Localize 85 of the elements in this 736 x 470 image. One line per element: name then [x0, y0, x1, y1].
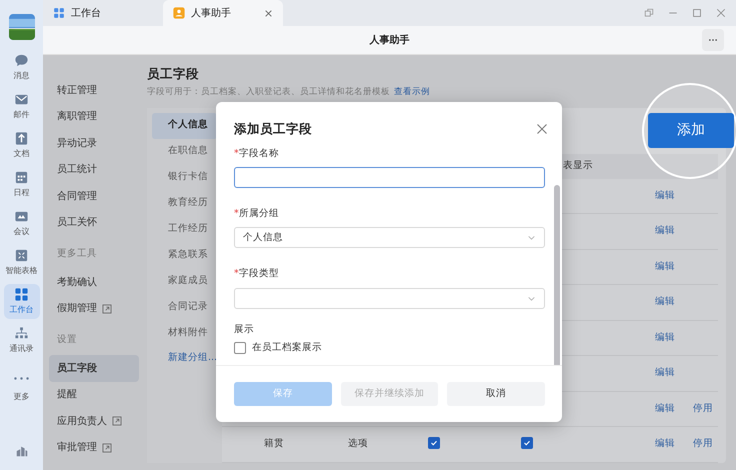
- table-cell: 选项: [348, 438, 368, 450]
- dialog-button[interactable]: 取消: [447, 382, 546, 406]
- field-label: *字段名称: [234, 146, 280, 161]
- nav-section-label: 更多工具: [56, 246, 98, 261]
- grid-icon: [53, 7, 65, 19]
- field-label: *字段类型: [234, 267, 280, 282]
- rail-item[interactable]: 工作台: [4, 284, 40, 319]
- org-chart-icon: [14, 326, 29, 341]
- input-field[interactable]: [234, 167, 545, 188]
- nav-item[interactable]: 员工字段: [49, 355, 139, 382]
- nav-item[interactable]: 员工统计: [49, 156, 139, 183]
- tab[interactable]: 工作台: [43, 0, 163, 26]
- rail-item[interactable]: 消息: [4, 50, 40, 85]
- nav-item[interactable]: 假期管理: [49, 296, 139, 322]
- page-title: 员工字段: [147, 65, 200, 83]
- table-icon: [14, 248, 29, 263]
- scrollbar[interactable]: [554, 184, 560, 365]
- add-button[interactable]: 添加: [648, 113, 734, 148]
- group-item[interactable]: 工作经历: [152, 216, 217, 242]
- rail-item[interactable]: 文档: [4, 128, 40, 163]
- nav-item[interactable]: 考勤确认: [49, 269, 139, 296]
- group-item[interactable]: 在职信息: [152, 138, 217, 164]
- person-icon: [173, 7, 185, 19]
- action-link[interactable]: 编辑: [655, 402, 675, 416]
- nav-item[interactable]: 提醒: [49, 382, 139, 408]
- select-field[interactable]: 个人信息: [234, 227, 545, 248]
- page-description: 字段可用于：员工档案、入职登记表、员工详情和花名册模板 查看示例: [147, 86, 431, 98]
- action-link[interactable]: 编辑: [655, 437, 675, 452]
- action-link[interactable]: 编辑: [655, 295, 675, 310]
- rail-item[interactable]: 邮件: [4, 89, 40, 124]
- app-title: 人事助手: [370, 34, 410, 48]
- tab[interactable]: 人事助手: [163, 0, 283, 26]
- checkbox[interactable]: [521, 436, 533, 449]
- pop-out-icon[interactable]: [644, 8, 654, 18]
- app-logo-icon: [14, 444, 28, 458]
- rail-item[interactable]: 通讯录: [4, 323, 40, 358]
- group-item[interactable]: 银行卡信: [152, 164, 217, 190]
- rail-item[interactable]: 会议: [4, 206, 40, 241]
- group-item[interactable]: 紧急联系: [152, 242, 217, 268]
- nav-item[interactable]: 转正管理: [49, 77, 139, 104]
- nav-item[interactable]: 异动记录: [49, 130, 139, 156]
- group-item[interactable]: 教育经历: [152, 190, 217, 216]
- action-link[interactable]: 停用: [693, 402, 713, 416]
- select-field[interactable]: [234, 288, 545, 308]
- action-link[interactable]: 编辑: [655, 330, 675, 345]
- nav-item[interactable]: 员工关怀: [49, 210, 139, 236]
- checkbox[interactable]: [234, 342, 246, 354]
- nav-item[interactable]: 离职管理: [49, 104, 139, 130]
- table-cell: 籍贯: [264, 438, 284, 450]
- check-icon: [430, 438, 438, 447]
- nav-item[interactable]: 审批管理: [49, 434, 139, 461]
- meeting-icon: [14, 209, 29, 224]
- group-item[interactable]: 家庭成员: [152, 268, 217, 294]
- rail-item[interactable]: 更多: [4, 362, 40, 406]
- action-link[interactable]: 编辑: [655, 260, 675, 274]
- checkbox[interactable]: [428, 436, 440, 449]
- group-item[interactable]: 个人信息: [152, 112, 217, 138]
- rail-item[interactable]: 智能表格: [4, 245, 40, 280]
- check-icon: [523, 438, 531, 447]
- checkbox-label: 在员工档案展示: [252, 340, 322, 355]
- document-icon: [14, 131, 29, 146]
- group-item[interactable]: 材料附件: [152, 320, 217, 346]
- dialog-title: 添加员工字段: [234, 120, 312, 138]
- nav-item[interactable]: 应用负责人: [49, 408, 139, 434]
- mail-icon: [14, 92, 29, 107]
- close-icon[interactable]: [536, 123, 548, 136]
- example-link[interactable]: 查看示例: [394, 86, 430, 97]
- action-link[interactable]: 编辑: [655, 366, 675, 380]
- action-link[interactable]: 编辑: [655, 224, 675, 238]
- new-group-link[interactable]: 新建分组...: [152, 350, 217, 365]
- action-link[interactable]: 编辑: [655, 188, 675, 203]
- maximize-icon[interactable]: [692, 8, 702, 18]
- section-label: 展示: [234, 322, 255, 336]
- close-icon[interactable]: [716, 8, 726, 18]
- grid-icon: [14, 287, 29, 302]
- close-icon[interactable]: [264, 8, 273, 18]
- rail-item[interactable]: 日程: [4, 167, 40, 202]
- nav-item[interactable]: 合同管理: [49, 183, 139, 210]
- nav-section-label: 设置: [56, 332, 78, 347]
- column-header: 表显示: [563, 160, 593, 171]
- calendar-icon: [14, 170, 29, 185]
- chat-icon: [14, 53, 29, 68]
- group-item[interactable]: 合同记录: [152, 294, 217, 320]
- action-link[interactable]: 停用: [693, 437, 713, 452]
- field-label: *所属分组: [234, 207, 280, 221]
